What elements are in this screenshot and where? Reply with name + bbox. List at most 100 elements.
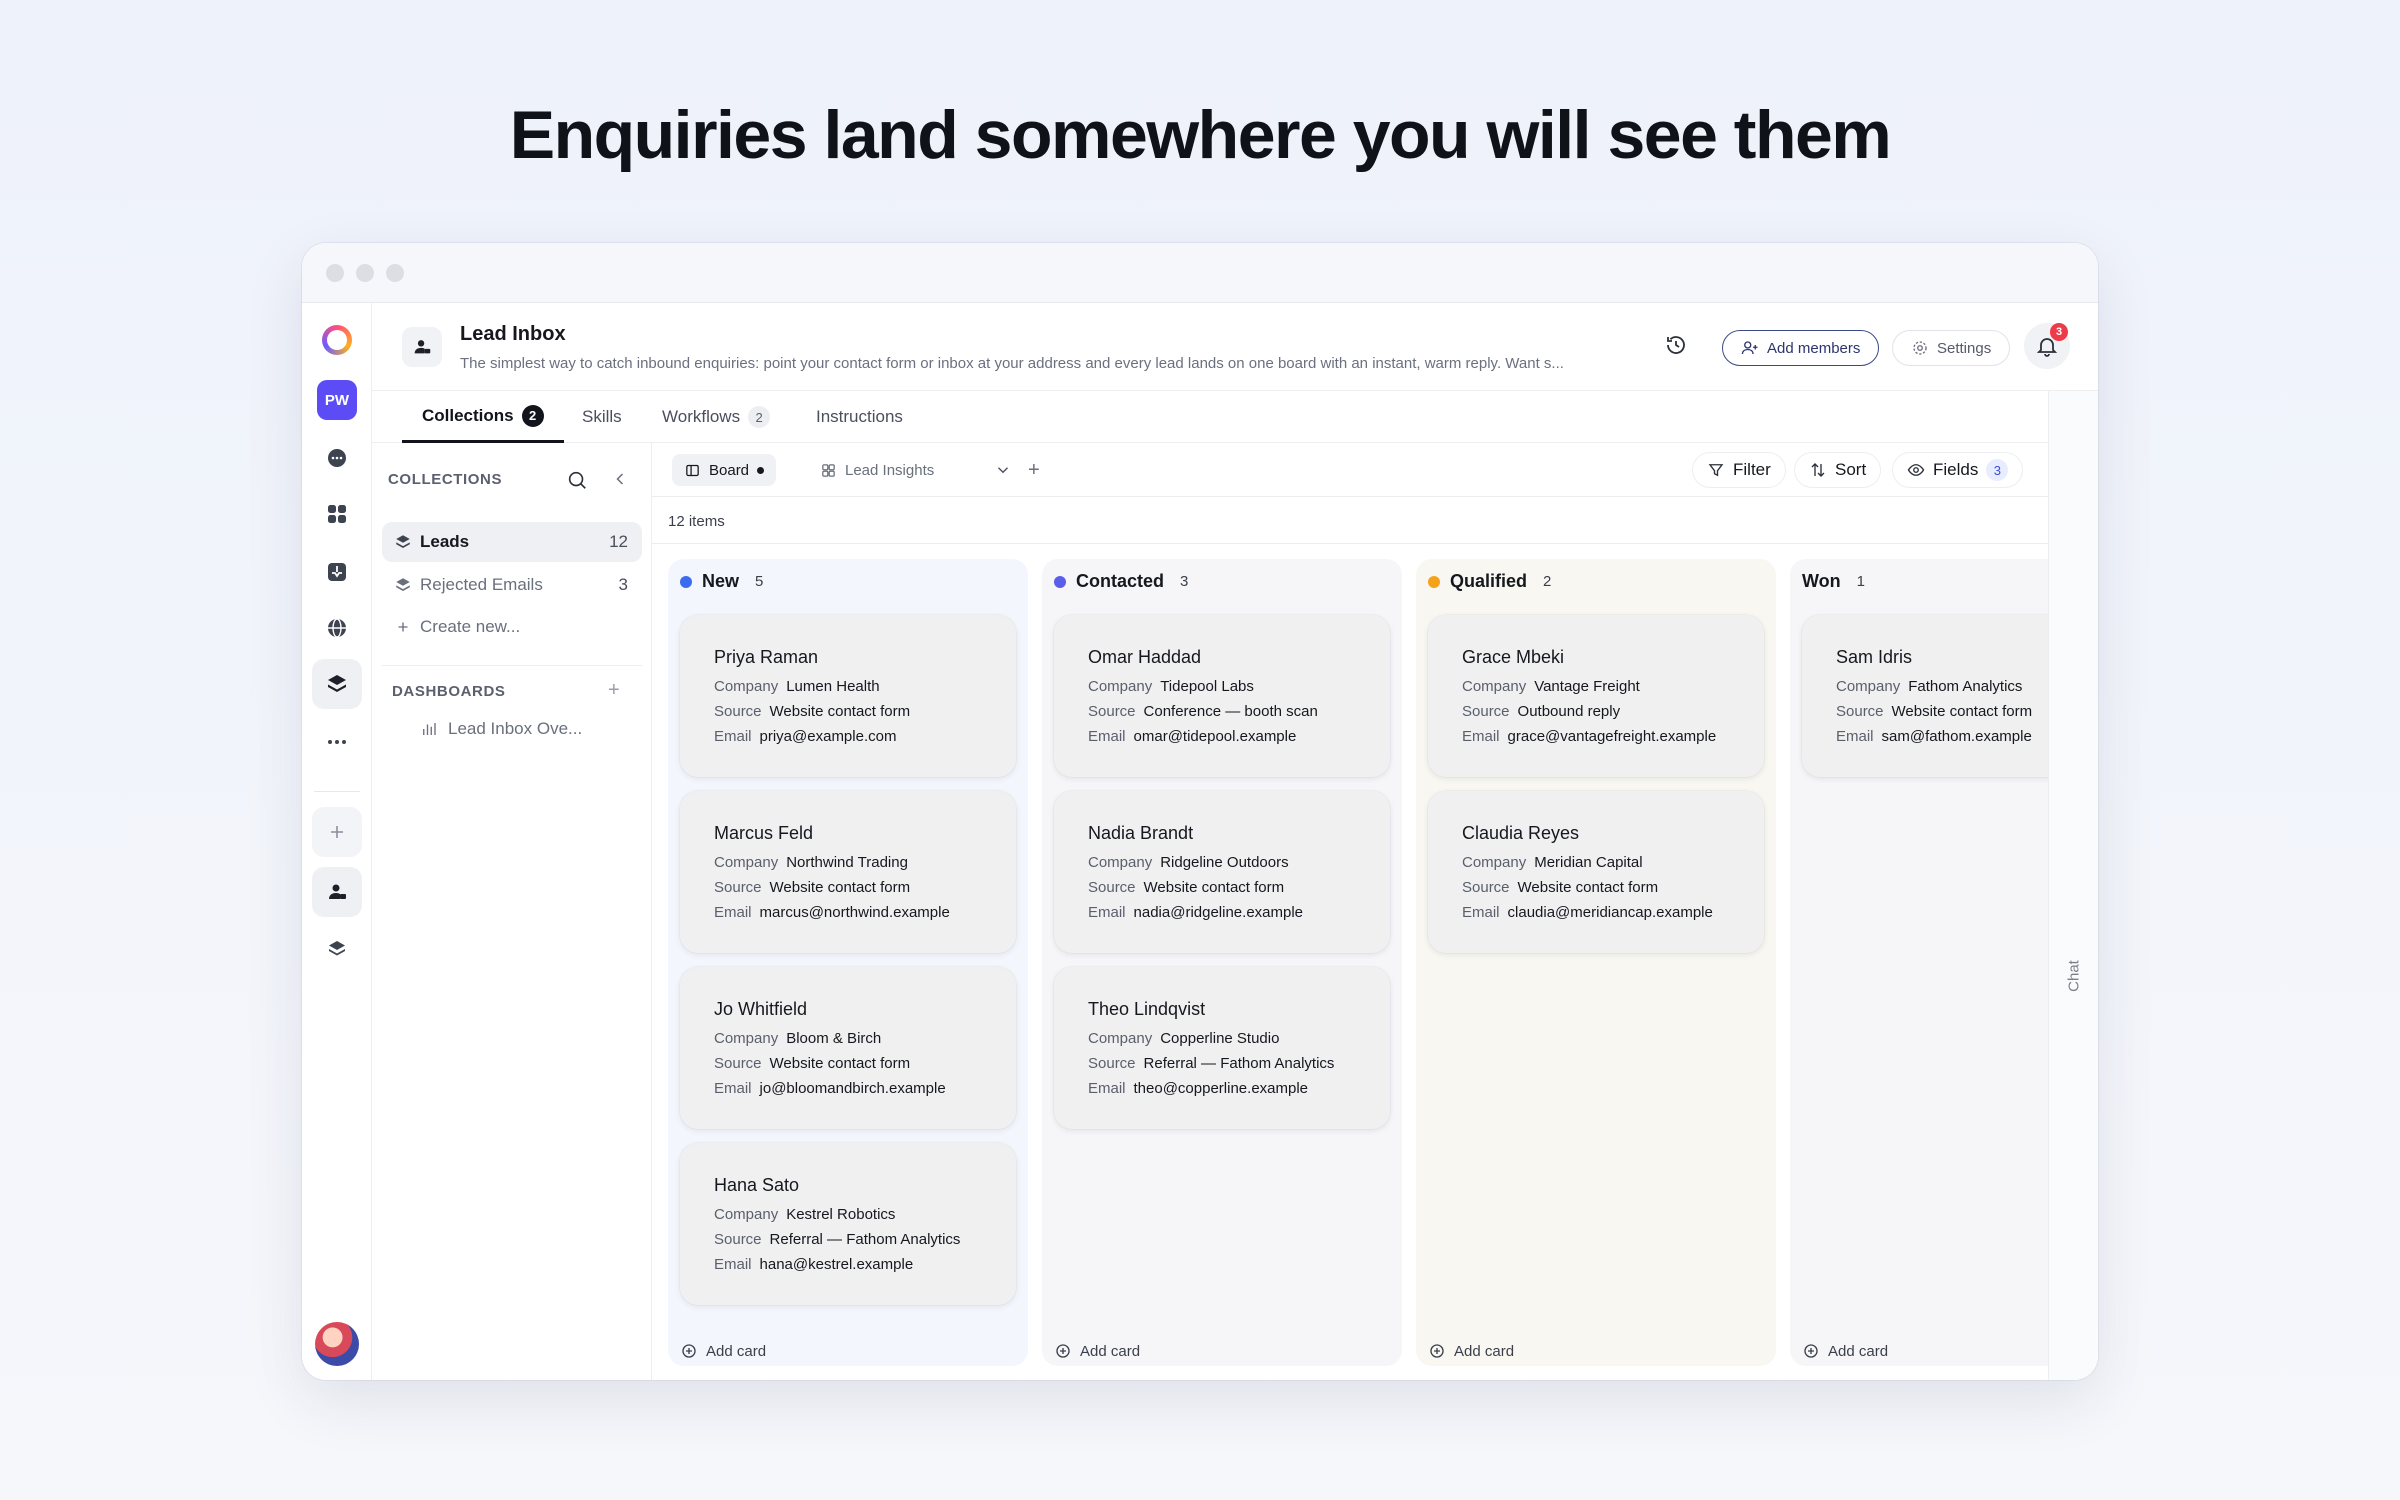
window-titlebar (302, 243, 2098, 303)
field-value: Meridian Capital (1534, 854, 1643, 871)
field-value: Copperline Studio (1160, 1030, 1280, 1047)
tab-skills[interactable]: Skills (582, 391, 622, 443)
add-card-label: Add card (706, 1342, 767, 1360)
fields-button[interactable]: Fields 3 (1892, 452, 2024, 488)
layers-icon[interactable] (312, 923, 362, 973)
field-value: Northwind Trading (786, 854, 908, 871)
workspace-switcher[interactable]: PW (312, 375, 362, 425)
add-card-button[interactable]: Add card (1802, 1342, 1888, 1360)
window-maximize-dot[interactable] (386, 263, 404, 282)
chat-bubble-icon[interactable] (312, 433, 362, 483)
card-source-row: Source Website contact form (1836, 699, 2048, 724)
bar-chart-icon (423, 723, 436, 735)
card-company-row: Company Lumen Health (714, 674, 996, 699)
card-email-row: Email nadia@ridgeline.example (1088, 900, 1370, 925)
field-value: Website contact form (1891, 703, 2033, 720)
column-count: 3 (1180, 573, 1189, 590)
left-rail: PW (302, 303, 372, 1380)
field-value: Fathom Analytics (1908, 678, 2023, 695)
field-value: Ridgeline Outdoors (1160, 854, 1289, 871)
tab-label: Instructions (816, 407, 903, 426)
add-view-icon[interactable]: + (1022, 454, 1046, 486)
card-email-row: Email grace@vantagefreight.example (1462, 724, 1744, 749)
page-header: Lead Inbox The simplest way to catch inb… (372, 303, 2098, 391)
chevron-down-icon[interactable] (988, 454, 1018, 486)
page-description: The simplest way to catch inbound enquir… (460, 355, 1564, 372)
tab-label: Workflows (662, 407, 741, 426)
app-logo-icon[interactable] (312, 315, 362, 365)
settings-button[interactable]: Settings (1892, 330, 2011, 366)
card-company-row: Company Meridian Capital (1462, 850, 1744, 875)
column-header[interactable]: New 5 (680, 571, 763, 592)
lead-card[interactable]: Grace Mbeki Company Vantage Freight Source O… (1428, 615, 1764, 777)
card-source-row: Source Website contact form (714, 875, 996, 900)
card-company-row: Company Copperline Studio (1088, 1026, 1370, 1051)
collections-layers-icon[interactable] (312, 659, 362, 709)
globe-icon[interactable] (312, 603, 362, 653)
add-dashboard-icon[interactable]: + (608, 679, 620, 702)
apps-grid-icon[interactable] (312, 489, 362, 539)
create-collection-button[interactable]: Create new... (382, 607, 642, 647)
more-dots-icon[interactable] (312, 717, 362, 767)
chat-side-panel[interactable]: Chat (2048, 391, 2098, 1380)
user-avatar[interactable] (315, 1322, 359, 1366)
lead-inbox-agent-icon[interactable] (312, 867, 362, 917)
card-email-row: Email priya@example.com (714, 724, 996, 749)
tab-instructions[interactable]: Instructions (816, 391, 903, 443)
add-card-button[interactable]: Add card (1054, 1342, 1140, 1360)
add-card-button[interactable]: Add card (1428, 1342, 1514, 1360)
card-source-row: Source Conference — booth scan (1088, 699, 1370, 724)
field-value: Lumen Health (786, 678, 880, 695)
lead-card[interactable]: Theo Lindqvist Company Copperline Studio So… (1054, 967, 1390, 1129)
lead-card[interactable]: Omar Haddad Company Tidepool Labs Source Con… (1054, 615, 1390, 777)
add-members-button[interactable]: Add members (1722, 330, 1880, 366)
column-header[interactable]: Contacted 3 (1054, 571, 1188, 592)
lead-card[interactable]: Priya Raman Company Lumen Health Source Webs… (680, 615, 1016, 777)
plus-circle-icon (682, 1344, 696, 1358)
view-board-button[interactable]: Board (672, 454, 777, 486)
inbox-tray-icon[interactable] (312, 547, 362, 597)
view-lead-insights-button[interactable]: Lead Insights (808, 454, 946, 486)
card-source-row: Source Website contact form (1088, 875, 1370, 900)
dashboard-label: Lead Inbox Ove... (448, 719, 583, 738)
tab-label: Collections (422, 405, 514, 425)
tab-workflows[interactable]: Workflows 2 (662, 391, 771, 443)
app-window: PW Lead Inbox The simplest way to catch … (302, 243, 2098, 1380)
column-header[interactable]: Won 1 (1802, 571, 1865, 592)
lead-card[interactable]: Nadia Brandt Company Ridgeline Outdoors Sou… (1054, 791, 1390, 953)
sort-button[interactable]: Sort (1794, 452, 1882, 488)
lead-card[interactable]: Hana Sato Company Kestrel Robotics Source Re… (680, 1143, 1016, 1305)
add-card-label: Add card (1454, 1342, 1515, 1360)
collection-item-leads[interactable]: Leads 12 (382, 522, 642, 562)
filter-button[interactable]: Filter (1692, 452, 1786, 488)
tab-label: Skills (582, 407, 622, 426)
card-company-row: Company Northwind Trading (714, 850, 996, 875)
tab-collections[interactable]: Collections 2 (402, 391, 564, 443)
notifications-button[interactable]: 3 (2024, 323, 2070, 369)
field-value: Referral — Fathom Analytics (1143, 1055, 1335, 1072)
card-company-row: Company Tidepool Labs (1088, 674, 1370, 699)
chevron-left-icon[interactable] (610, 469, 630, 494)
column-header[interactable]: Qualified 2 (1428, 571, 1551, 592)
window-close-dot[interactable] (326, 263, 344, 282)
history-icon[interactable] (1664, 333, 1688, 362)
add-plus-icon[interactable] (312, 807, 362, 857)
card-name: Jo Whitfield (714, 999, 808, 1019)
collection-label: Leads (420, 532, 470, 551)
card-source-row: Source Outbound reply (1462, 699, 1744, 724)
tab-count: 2 (521, 404, 544, 427)
card-company-row: Company Kestrel Robotics (714, 1202, 996, 1227)
card-source-row: Source Referral — Fathom Analytics (714, 1227, 996, 1252)
lead-card[interactable]: Jo Whitfield Company Bloom & Birch Source We… (680, 967, 1016, 1129)
lead-card[interactable]: Marcus Feld Company Northwind Trading Sourc… (680, 791, 1016, 953)
lead-card[interactable]: Sam Idris Company Fathom Analytics Source We… (1802, 615, 2048, 777)
field-value: priya@example.com (759, 728, 897, 745)
add-card-button[interactable]: Add card (680, 1342, 766, 1360)
notification-badge: 3 (2050, 323, 2068, 341)
lead-card[interactable]: Claudia Reyes Company Meridian Capital Sour… (1428, 791, 1764, 953)
add-card-label: Add card (1080, 1342, 1141, 1360)
dashboard-item[interactable]: Lead Inbox Ove... (382, 709, 642, 749)
search-icon[interactable] (566, 469, 588, 496)
window-minimize-dot[interactable] (356, 263, 374, 282)
collection-item-rejected-emails[interactable]: Rejected Emails 3 (382, 565, 642, 605)
